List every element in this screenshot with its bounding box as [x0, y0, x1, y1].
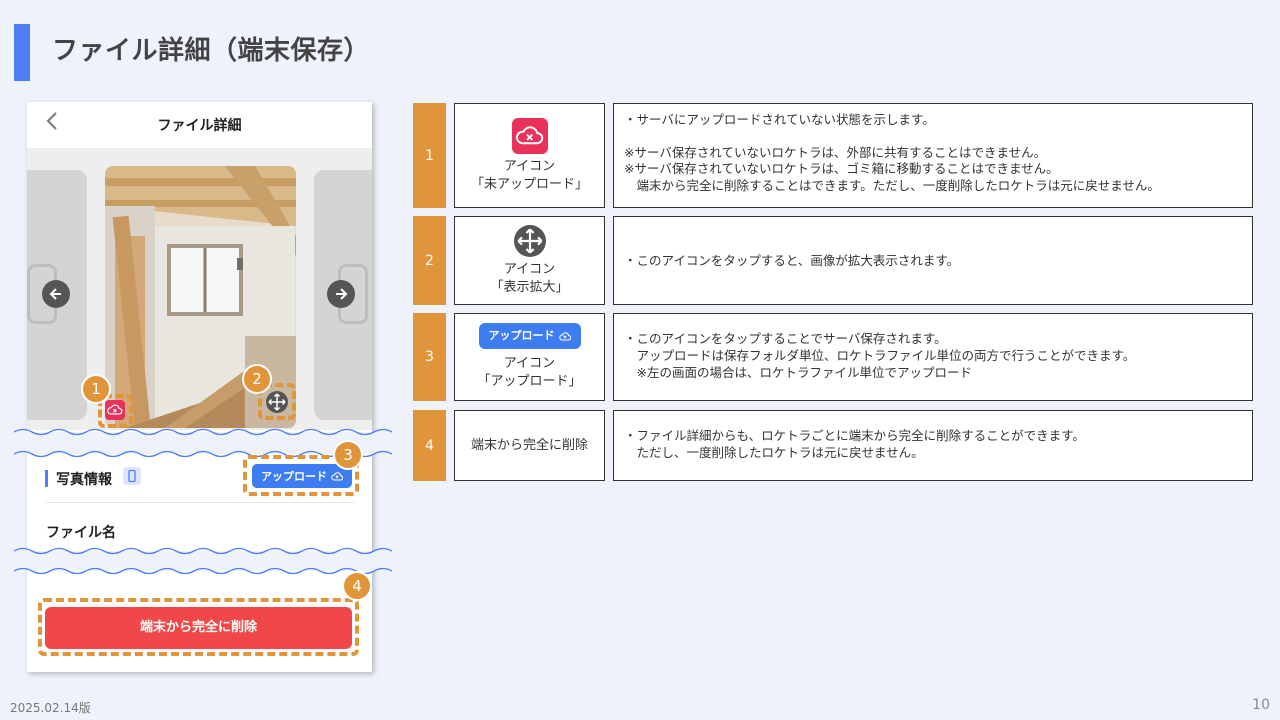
page-title: ファイル詳細（端末保存） [52, 36, 371, 66]
divider [45, 502, 355, 503]
callout-badge-4: 4 [342, 571, 372, 601]
content-cut-gap [0, 432, 380, 454]
row-icon-label: 端末から完全に削除 [470, 437, 588, 453]
row-number: 2 [413, 216, 446, 305]
row-number: 3 [413, 313, 446, 401]
arrow-left-icon[interactable] [42, 280, 70, 308]
row-description: ・このアイコンをタップすることでサーバ保存されます。 アップロードは保存フォルダ… [613, 313, 1253, 401]
row-icon-cell: アイコン 「表示拡大」 [454, 216, 605, 305]
phone-mockup: ファイル詳細 写真情報 アップロード ファイル名 端末から完全に削除 [27, 102, 372, 672]
row-icon-label: アイコン [503, 261, 556, 277]
row-icon-label: 「アップロード」 [477, 374, 582, 389]
row-description: ・サーバにアップロードされていない状態を示します。 ※サーバ保存されていないロケ… [613, 103, 1253, 208]
phone-header-title: ファイル詳細 [157, 118, 242, 134]
filename-label: ファイル名 [46, 525, 116, 541]
row-icon-cell: アイコン 「未アップロード」 [454, 103, 605, 208]
upload-button-icon: アップロード [478, 323, 581, 349]
row-icon-cell: アップロード アイコン 「アップロード」 [454, 313, 605, 401]
version-date: 2025.02.14版 [10, 701, 91, 715]
content-cut-gap [0, 551, 380, 571]
row-number: 1 [413, 103, 446, 208]
photo-info-label: 写真情報 [56, 472, 112, 488]
page-number: 10 [1252, 697, 1270, 713]
callout-badge-1: 1 [81, 374, 111, 404]
row-icon-label: 「表示拡大」 [490, 279, 569, 295]
highlight-box-4 [38, 598, 359, 656]
row-icon-label: アイコン [503, 356, 556, 371]
photo-gallery[interactable] [27, 148, 372, 430]
phone-header: ファイル詳細 [27, 102, 372, 148]
row-icon-label: アイコン [503, 158, 556, 174]
cloud-x-icon [511, 117, 548, 154]
callout-badge-3: 3 [333, 440, 363, 470]
mobile-device-icon [123, 467, 141, 485]
row-icon-label: 「未アップロード」 [470, 176, 588, 192]
expand-arrows-icon [513, 224, 546, 257]
callout-badge-2: 2 [242, 364, 272, 394]
row-description: ・このアイコンをタップすると、画像が拡大表示されます。 [613, 216, 1253, 305]
row-icon-cell: 端末から完全に削除 [454, 410, 605, 481]
row-number: 4 [413, 410, 446, 481]
arrow-right-icon[interactable] [327, 280, 355, 308]
row-description: ・ファイル詳細からも、ロケトラごとに端末から完全に削除することができます。 ただ… [613, 410, 1253, 481]
cloud-upload-icon [558, 332, 571, 341]
title-accent-bar [14, 24, 30, 81]
